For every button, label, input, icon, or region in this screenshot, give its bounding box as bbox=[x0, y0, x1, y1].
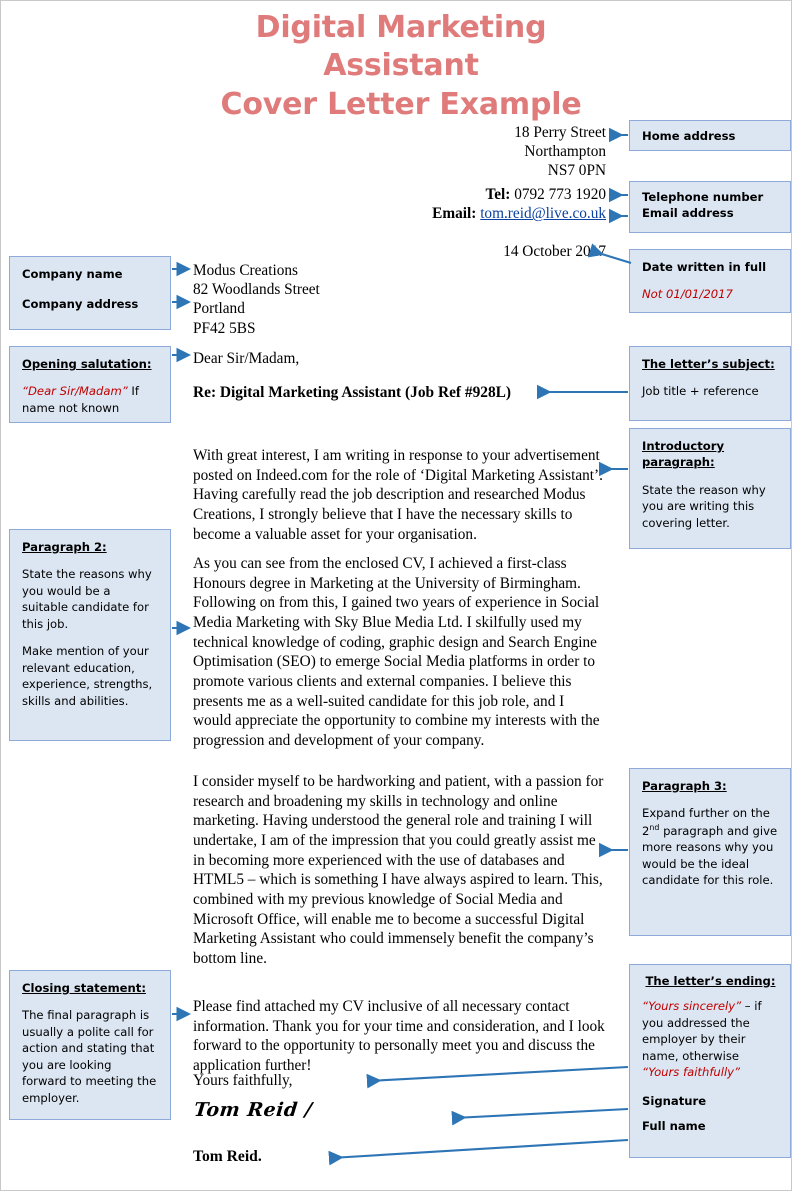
callout-salutation-body: “Dear Sir/Madam” If name not known bbox=[22, 383, 159, 416]
callout-paragraph-2-heading: Paragraph 2: bbox=[22, 540, 107, 554]
callout-ending-heading: The letter’s ending: bbox=[645, 974, 776, 988]
email-link[interactable]: tom.reid@live.co.uk bbox=[480, 205, 606, 222]
callout-paragraph-2-body-2: Make mention of your relevant education,… bbox=[22, 644, 153, 708]
callout-email-label: Email address bbox=[642, 206, 734, 221]
callout-company-address-label: Company address bbox=[22, 297, 139, 312]
callout-ending-quote-1: “Yours sincerely” bbox=[642, 999, 742, 1014]
callout-ending-quote-2: “Yours faithfully” bbox=[642, 1065, 741, 1080]
home-address-block: 18 Perry Street Northampton NS7 0PN bbox=[331, 123, 606, 181]
page-title-line-1: Digital Marketing bbox=[255, 10, 547, 45]
company-postcode: PF42 5BS bbox=[193, 319, 256, 337]
callout-paragraph-3-ordinal-suffix: nd bbox=[649, 822, 660, 832]
callout-company-name-label: Company name bbox=[22, 267, 123, 281]
letter-subject-line: Re: Digital Marketing Assistant (Job Ref… bbox=[193, 384, 512, 401]
telephone-value: 0792 773 1920 bbox=[514, 186, 606, 203]
company-street: 82 Woodlands Street bbox=[193, 281, 320, 299]
body-paragraph-2: As you can see from the enclosed CV, I a… bbox=[193, 555, 600, 749]
callout-paragraph-3-body: Expand further on the 2nd paragraph and … bbox=[642, 805, 779, 888]
page-title-line-3: Cover Letter Example bbox=[220, 86, 582, 122]
callout-date-heading: Date written in full bbox=[642, 260, 767, 274]
callout-ending-body: “Yours sincerely” – if you addressed the… bbox=[642, 998, 779, 1080]
arrow-signature bbox=[451, 1107, 629, 1126]
opening-salutation: Dear Sir/Madam, bbox=[193, 350, 300, 367]
callout-paragraph-3-body-post: paragraph and give more reasons why you … bbox=[642, 823, 778, 888]
callout-signature-label: Signature bbox=[642, 1093, 707, 1108]
callout-intro-body: State the reason why you are writing thi… bbox=[642, 482, 766, 530]
callout-salutation-quote: “Dear Sir/Madam” bbox=[22, 384, 128, 399]
callout-paragraph-3: Paragraph 3: Expand further on the 2nd p… bbox=[629, 768, 791, 936]
telephone-line: Tel: 0792 773 1920 bbox=[331, 185, 606, 204]
callout-closing-heading: Closing statement: bbox=[22, 981, 146, 995]
callout-contact: Telephone number Email address bbox=[629, 181, 791, 233]
callout-fullname-label: Full name bbox=[642, 1119, 706, 1134]
email-label: Email: bbox=[432, 205, 477, 223]
body-paragraph-4: Please find attached my CV inclusive of … bbox=[193, 998, 605, 1074]
callout-company: Company name Company address bbox=[9, 256, 171, 330]
callout-intro-heading-line-2: paragraph: bbox=[642, 455, 715, 470]
callout-opening-salutation: Opening salutation: “Dear Sir/Madam” If … bbox=[9, 346, 171, 423]
sign-off: Yours faithfully, bbox=[193, 1072, 293, 1089]
page-title: Digital Marketing Assistant Cover Letter… bbox=[151, 9, 651, 124]
home-address-line-1: 18 Perry Street bbox=[514, 124, 606, 141]
cover-letter-infographic-page: Digital Marketing Assistant Cover Letter… bbox=[0, 0, 792, 1191]
callout-subject-body: Job title + reference bbox=[642, 384, 759, 399]
callout-telephone-label: Telephone number bbox=[642, 190, 764, 204]
callout-home-address-heading: Home address bbox=[642, 129, 736, 143]
signature: Tom Reid / bbox=[192, 1099, 314, 1121]
company-city: Portland bbox=[193, 300, 245, 318]
callout-paragraph-2-body-1: State the reasons why you would be a sui… bbox=[22, 567, 152, 631]
callout-home-address: Home address bbox=[629, 120, 791, 151]
contact-block: Tel: 0792 773 1920 Email: tom.reid@live.… bbox=[331, 185, 606, 223]
callout-letter-subject: The letter’s subject: Job title + refere… bbox=[629, 346, 791, 421]
callout-date-note: Not 01/01/2017 bbox=[642, 287, 733, 302]
email-line: Email: tom.reid@live.co.uk bbox=[331, 204, 606, 223]
callout-paragraph-2: Paragraph 2: State the reasons why you w… bbox=[9, 529, 171, 741]
company-address-block: Modus Creations 82 Woodlands Street Port… bbox=[193, 261, 320, 338]
callout-salutation-heading: Opening salutation: bbox=[22, 357, 152, 371]
callout-subject-heading: The letter’s subject: bbox=[642, 357, 775, 371]
body-paragraph-1: With great interest, I am writing in res… bbox=[193, 447, 603, 543]
letter-date: 14 October 2017 bbox=[503, 243, 606, 260]
company-name: Modus Creations bbox=[193, 262, 298, 279]
telephone-label: Tel: bbox=[485, 186, 511, 203]
body-paragraph-3: I consider myself to be hardworking and … bbox=[193, 773, 604, 967]
callout-introductory-paragraph: Introductory paragraph: State the reason… bbox=[629, 428, 791, 549]
callout-closing-statement: Closing statement: The final paragraph i… bbox=[9, 970, 171, 1120]
home-address-line-2: Northampton bbox=[524, 143, 606, 161]
callout-intro-heading-line-1: Introductory bbox=[642, 439, 724, 453]
callout-letter-ending: The letter’s ending: “Yours sincerely” –… bbox=[629, 964, 791, 1158]
callout-paragraph-3-heading: Paragraph 3: bbox=[642, 779, 727, 793]
callout-date: Date written in full Not 01/01/2017 bbox=[629, 249, 791, 313]
full-name: Tom Reid. bbox=[193, 1148, 262, 1165]
arrow-full-name bbox=[328, 1138, 629, 1166]
callout-closing-body: The final paragraph is usually a polite … bbox=[22, 1008, 157, 1105]
page-title-line-2: Assistant bbox=[323, 48, 479, 84]
home-address-line-3: NS7 0PN bbox=[547, 162, 606, 180]
